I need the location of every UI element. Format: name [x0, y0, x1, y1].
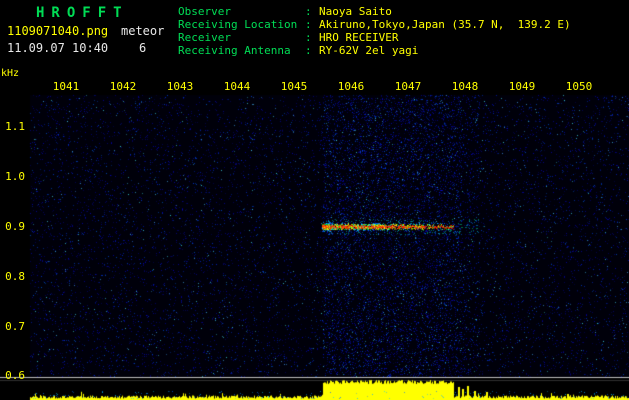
station-info-table: Observer : Naoya Saito Receiving Locatio…	[178, 5, 571, 57]
info-row-observer: Observer : Naoya Saito	[178, 5, 571, 18]
y-tick-label: 0.9	[5, 220, 25, 233]
x-tick-label: 1043	[166, 80, 194, 93]
info-colon: :	[305, 18, 312, 31]
x-tick-label: 1050	[565, 80, 593, 93]
info-label: Observer	[178, 5, 231, 18]
x-tick-label: 1045	[280, 80, 308, 93]
output-filename: 1109071040.png	[7, 24, 109, 38]
info-value: HRO RECEIVER	[319, 31, 399, 44]
y-tick-label: 1.0	[5, 170, 25, 183]
echo-count: 6	[139, 41, 147, 55]
x-tick-label: 1046	[337, 80, 365, 93]
x-tick-label: 1042	[109, 80, 137, 93]
observation-mode-label: meteor	[121, 24, 165, 38]
y-tick-label: 0.8	[5, 270, 25, 283]
x-tick-label: 1047	[394, 80, 422, 93]
y-tick-label: 0.7	[5, 320, 25, 333]
x-tick-label: 1048	[451, 80, 479, 93]
info-value: Akiruno,Tokyo,Japan (35.7 N, 139.2 E)	[319, 18, 571, 31]
x-tick-label: 1044	[223, 80, 251, 93]
info-colon: :	[305, 5, 312, 18]
hrofft-output: HROFFT 1109071040.png meteor 11.09.07 10…	[0, 0, 629, 400]
info-row-location: Receiving Location : Akiruno,Tokyo,Japan…	[178, 18, 571, 31]
info-colon: :	[305, 44, 312, 57]
x-tick-label: 1049	[508, 80, 536, 93]
y-tick-label: 1.1	[5, 120, 25, 133]
y-axis-unit-label: kHz	[1, 68, 20, 79]
info-label: Receiving Location	[178, 18, 298, 31]
info-row-antenna: Receiving Antenna : RY-62V 2el yagi	[178, 44, 571, 57]
spectrogram-canvas	[0, 0, 629, 400]
x-tick-label: 1041	[52, 80, 80, 93]
info-value: Naoya Saito	[319, 5, 392, 18]
y-tick-label: 0.6	[5, 369, 25, 382]
info-colon: :	[305, 31, 312, 44]
app-title: HROFFT	[36, 5, 129, 21]
info-row-receiver: Receiver : HRO RECEIVER	[178, 31, 571, 44]
observation-datetime: 11.09.07 10:40	[7, 41, 109, 55]
info-label: Receiver	[178, 31, 231, 44]
info-label: Receiving Antenna	[178, 44, 291, 57]
info-value: RY-62V 2el yagi	[319, 44, 419, 57]
